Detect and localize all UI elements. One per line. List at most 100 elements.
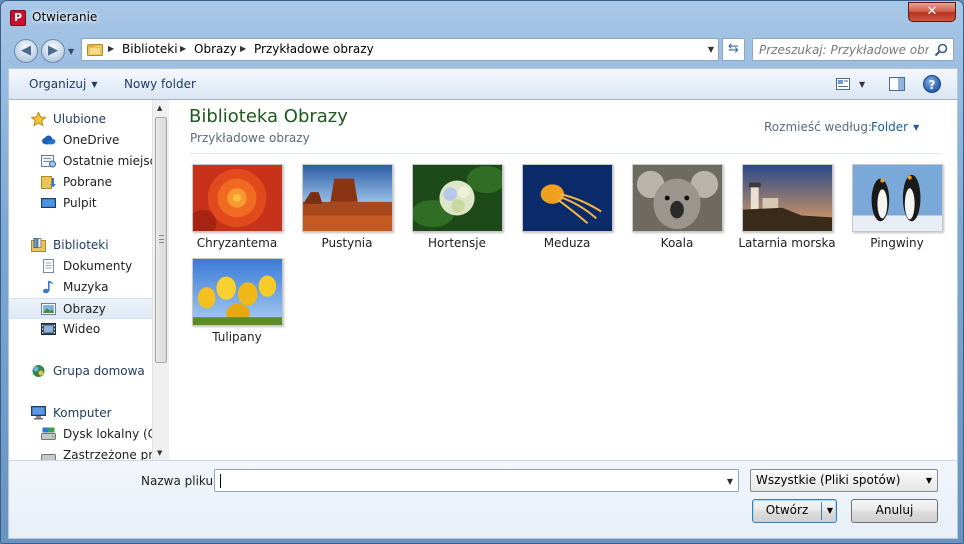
file-item-pingwiny[interactable]: Pingwiny [846, 164, 948, 256]
scrollbar-thumb[interactable] [155, 117, 167, 363]
nav-item-music[interactable]: Muzyka [9, 277, 152, 298]
image-thumbnail [522, 164, 613, 232]
nav-label: Ostatnie miejsca [63, 154, 164, 168]
file-item-pustynia[interactable]: Pustynia [296, 164, 398, 256]
file-name: Pingwiny [870, 236, 924, 250]
nav-label: Ulubione [53, 112, 107, 126]
nav-item-desktop[interactable]: Pulpit [9, 193, 152, 214]
open-label: Otwórz [765, 503, 809, 517]
refresh-button[interactable]: ⇆ [722, 38, 745, 61]
nav-label: Zastrzeżone przez [63, 448, 152, 460]
breadcrumb-separator-icon[interactable]: ▶ [240, 44, 246, 53]
address-bar[interactable]: ▶ Biblioteki ▶ Obrazy ▶ Przykładowe obra… [81, 38, 719, 61]
nav-item-local-disk[interactable]: Dysk lokalny (C:) [9, 424, 165, 445]
nav-label: Dokumenty [63, 259, 133, 273]
arrow-right-icon: ▶ [48, 43, 58, 58]
file-name: Meduza [543, 236, 591, 250]
file-item-meduza[interactable]: Meduza [516, 164, 618, 256]
pictures-icon [41, 303, 56, 315]
chevron-down-icon: ▼ [91, 80, 98, 89]
change-view-icon[interactable] [836, 78, 850, 90]
nav-pane-scrollbar[interactable]: ▲ ▼ [152, 100, 169, 460]
nav-item-documents[interactable]: Dokumenty [9, 256, 152, 277]
new-folder-button[interactable]: Nowy folder [124, 77, 196, 91]
nav-label: Obrazy [63, 302, 106, 316]
nav-item-onedrive[interactable]: OneDrive [9, 130, 152, 151]
nav-item-downloads[interactable]: Pobrane [9, 172, 152, 193]
file-item-koala[interactable]: Koala [626, 164, 728, 256]
nav-item-reserved-drive[interactable]: Zastrzeżone przez [9, 445, 152, 460]
file-type-select[interactable]: Wszystkie (Pliki spotów) ▼ [750, 469, 938, 492]
nav-item-recent-places[interactable]: Ostatnie miejsca [9, 151, 164, 172]
content-area: Ulubione OneDrive Ostatnie miejsca Pobra… [8, 100, 958, 460]
organize-button[interactable]: Organizuj ▼ [29, 77, 97, 91]
forward-button[interactable]: ▶ [41, 39, 65, 63]
file-item-chryzantema[interactable]: Chryzantema [186, 164, 288, 256]
filename-combobox[interactable]: ▼ [214, 469, 739, 492]
breadcrumb-pictures[interactable]: Obrazy [194, 42, 237, 56]
image-thumbnail [632, 164, 723, 232]
nav-label: Dysk lokalny (C:) [63, 427, 165, 441]
cancel-button[interactable]: Anuluj [851, 499, 938, 523]
help-icon[interactable]: ? [923, 75, 941, 93]
file-name: Tulipany [212, 330, 262, 344]
address-history-dropdown[interactable]: ▼ [708, 45, 714, 54]
search-icon[interactable] [934, 43, 948, 57]
nav-label: Grupa domowa [53, 364, 145, 378]
scrollbar-grip-icon [159, 235, 164, 243]
recent-pages-dropdown[interactable]: ▼ [68, 47, 74, 56]
arrange-by-value: Folder [871, 120, 909, 134]
window-title: Otwieranie [32, 10, 98, 24]
header-divider [189, 153, 941, 154]
file-item-hortensje[interactable]: Hortensje [406, 164, 508, 256]
files-pane: Biblioteka Obrazy Przykładowe obrazy Roz… [169, 100, 957, 460]
nav-item-favorites[interactable]: Ulubione [9, 109, 152, 130]
documents-icon [43, 259, 54, 273]
nav-item-pictures[interactable]: Obrazy [9, 298, 152, 319]
arrange-by-dropdown[interactable]: Folder ▼ [871, 120, 919, 134]
image-thumbnail [742, 164, 833, 232]
open-button[interactable]: Otwórz ▼ [752, 499, 837, 523]
filename-history-dropdown[interactable]: ▼ [727, 477, 733, 486]
search-box[interactable] [752, 38, 954, 61]
downloads-folder-icon [41, 176, 56, 189]
back-button[interactable]: ◀ [14, 39, 38, 63]
filename-input[interactable] [219, 473, 709, 489]
nav-item-computer[interactable]: Komputer [9, 403, 152, 424]
nav-label: Muzyka [63, 280, 109, 294]
recent-places-icon [41, 155, 56, 168]
nav-label: OneDrive [63, 133, 120, 147]
breadcrumb-separator-icon[interactable]: ▶ [108, 44, 114, 53]
cloud-icon [42, 135, 56, 145]
nav-item-libraries[interactable]: Biblioteki [9, 235, 152, 256]
scroll-down-icon[interactable]: ▼ [157, 449, 162, 457]
homegroup-icon [32, 365, 45, 377]
file-name: Chryzantema [196, 236, 278, 250]
close-button[interactable]: ✕ [908, 2, 956, 22]
search-input[interactable] [759, 42, 929, 58]
breadcrumb-libraries[interactable]: Biblioteki [122, 42, 178, 56]
breadcrumb-separator-icon[interactable]: ▶ [180, 44, 186, 53]
title-bar[interactable]: P Otwieranie ✕ [1, 1, 963, 34]
filename-label: Nazwa pliku: [141, 474, 218, 488]
computer-icon [31, 406, 46, 420]
view-options-dropdown[interactable]: ▼ [859, 80, 865, 89]
local-disk-icon [41, 427, 56, 440]
file-name: Koala [660, 236, 694, 250]
libraries-icon [31, 238, 46, 252]
breadcrumb-sample-pictures[interactable]: Przykładowe obrazy [254, 42, 374, 56]
open-options-dropdown-icon[interactable]: ▼ [827, 500, 833, 521]
file-name: Latarnia morska [738, 236, 836, 250]
image-thumbnail [192, 258, 283, 326]
scroll-up-icon[interactable]: ▲ [157, 104, 162, 112]
file-item-latarnia-morska[interactable]: Latarnia morska [736, 164, 838, 256]
preview-pane-icon[interactable] [889, 77, 905, 91]
arrow-left-icon: ◀ [21, 43, 31, 58]
file-name: Pustynia [321, 236, 373, 250]
nav-item-video[interactable]: Wideo [9, 319, 152, 340]
navigation-pane: Ulubione OneDrive Ostatnie miejsca Pobra… [9, 100, 169, 460]
chevron-down-icon: ▼ [925, 476, 932, 485]
file-item-tulipany[interactable]: Tulipany [186, 258, 288, 350]
image-thumbnail [852, 164, 943, 232]
nav-item-homegroup[interactable]: Grupa domowa [9, 361, 152, 382]
